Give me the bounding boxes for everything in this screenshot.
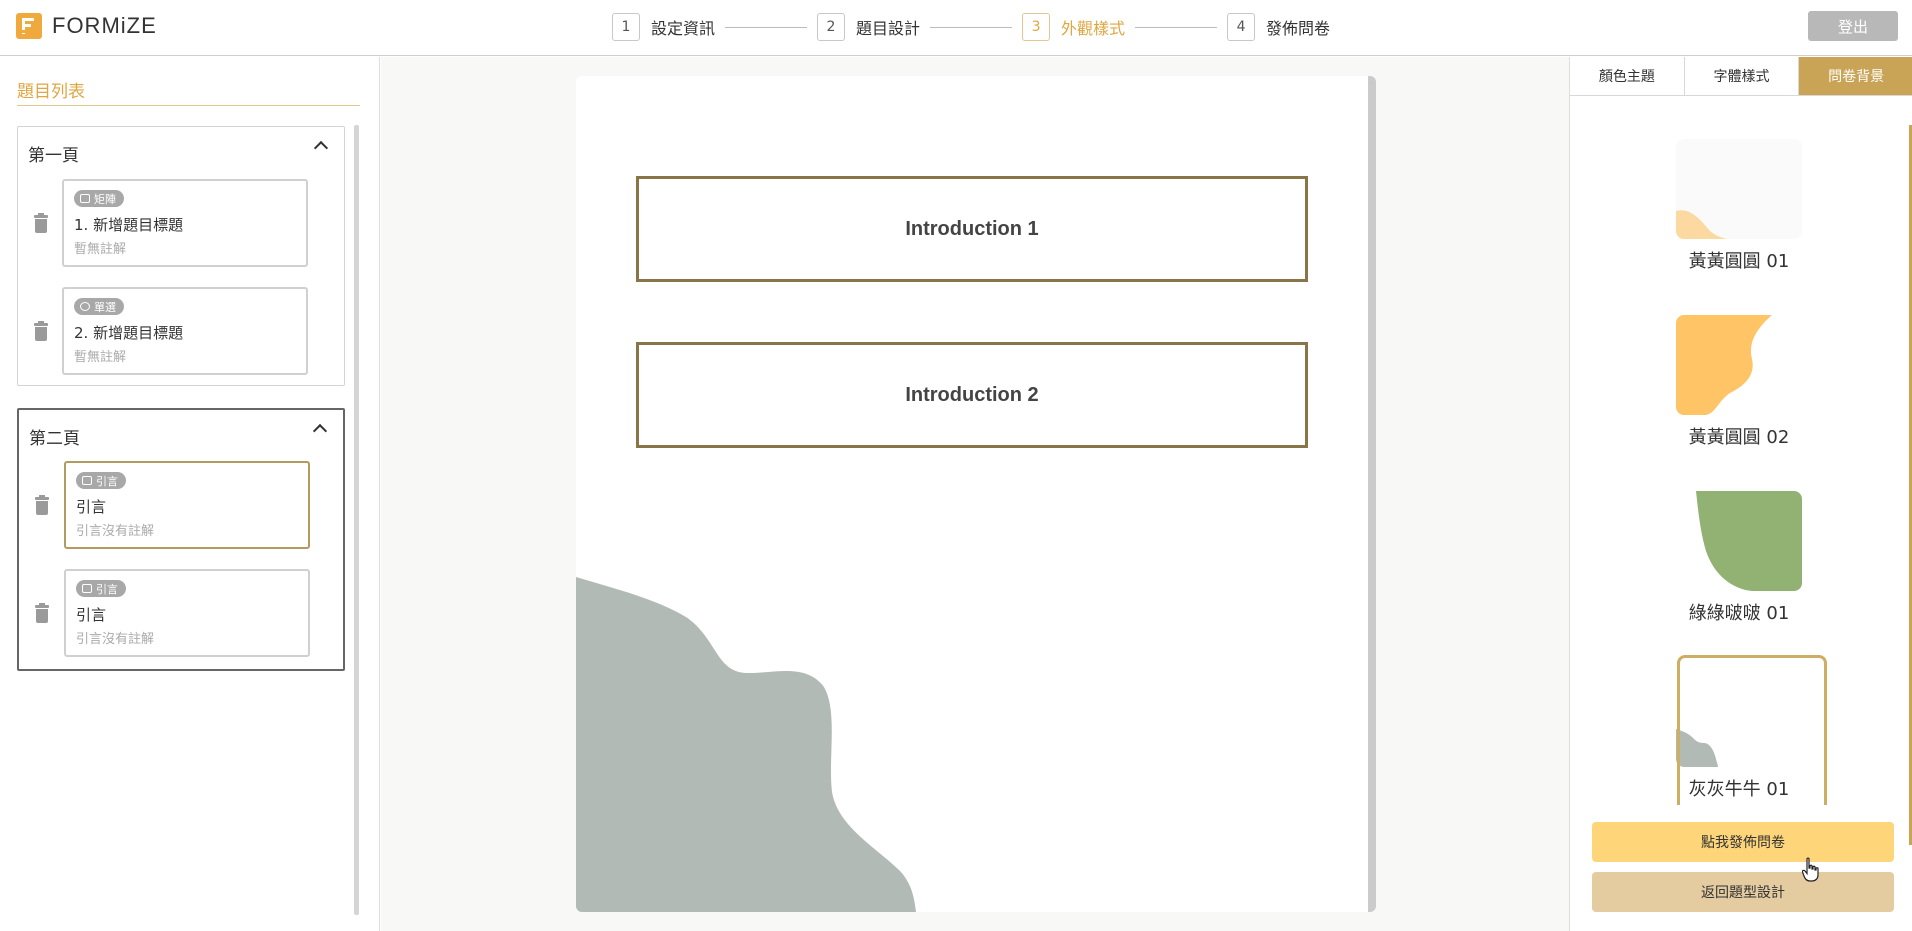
background-thumbnail (1676, 315, 1802, 415)
title-divider (17, 105, 360, 106)
step-label: 發佈問卷 (1266, 19, 1331, 38)
tab-survey-background[interactable]: 問卷背景 (1799, 57, 1912, 95)
question-card[interactable]: 引言 引言 引言沒有註解 (64, 461, 310, 549)
page-group-2: 第二頁 引言 引言 引言沒有註解 引言 引言 引言沒有註解 (17, 408, 345, 671)
hand-cursor-icon (1802, 857, 1819, 882)
badge-label: 單選 (94, 300, 116, 314)
badge-label: 引言 (96, 474, 118, 488)
step-label: 設定資訊 (651, 19, 716, 38)
quote-icon (82, 476, 92, 485)
top-bar: FORMiZE 1 設定資訊 2 題目設計 3 外觀樣式 4 發佈問卷 登出 (0, 0, 1912, 56)
background-shape (576, 577, 916, 912)
sidebar-scrollbar[interactable] (354, 125, 359, 915)
step-number: 1 (612, 13, 640, 41)
publish-survey-button[interactable]: 點我發佈問卷 (1592, 822, 1894, 862)
background-option[interactable]: 黃黃圓圓 02 (1676, 315, 1802, 448)
trash-icon[interactable] (34, 321, 48, 341)
trash-icon[interactable] (34, 213, 48, 233)
step-number: 3 (1022, 13, 1051, 41)
step-3[interactable]: 3 外觀樣式 (1022, 13, 1125, 41)
tab-color-theme[interactable]: 顏色主題 (1570, 57, 1685, 95)
radio-check-icon (80, 302, 90, 311)
question-card[interactable]: 單選 2. 新增題目標題 暫無註解 (62, 287, 308, 375)
step-connector (930, 26, 1013, 28)
page-title: 第二頁 (29, 429, 80, 449)
badge-label: 引言 (96, 582, 118, 596)
page-group-1: 第一頁 矩陣 1. 新增題目標題 暫無註解 單選 2. 新增題目標題 暫無註解 (17, 126, 345, 386)
step-1[interactable]: 1 設定資訊 (612, 13, 715, 41)
step-2[interactable]: 2 題目設計 (817, 13, 920, 41)
background-label: 黃黃圓圓 02 (1688, 427, 1790, 448)
intro-block[interactable]: Introduction 1 (636, 176, 1308, 282)
style-tabs: 顏色主題 字體樣式 問卷背景 (1570, 57, 1912, 96)
background-label: 黃黃圓圓 01 (1688, 251, 1790, 272)
trash-icon[interactable] (35, 495, 49, 515)
back-to-design-button[interactable]: 返回題型設計 (1592, 872, 1894, 912)
chevron-up-icon[interactable] (312, 423, 328, 439)
selection-frame (1677, 655, 1827, 805)
formize-logo[interactable]: FORMiZE (16, 12, 157, 40)
background-thumbnail (1676, 139, 1802, 239)
intro-block[interactable]: Introduction 2 (636, 342, 1308, 448)
question-note: 暫無註解 (74, 242, 127, 257)
matrix-icon (80, 194, 90, 203)
tab-font-style[interactable]: 字體樣式 (1685, 57, 1800, 95)
background-option[interactable]: 黃黃圓圓 01 (1676, 139, 1802, 272)
question-type-badge: 引言 (76, 580, 126, 597)
step-label: 題目設計 (856, 19, 921, 38)
step-4[interactable]: 4 發佈問卷 (1227, 13, 1330, 41)
survey-preview-page: Introduction 1 Introduction 2 (576, 76, 1376, 912)
chevron-up-icon[interactable] (313, 140, 329, 156)
question-title: 引言 (76, 606, 107, 624)
logo-icon (16, 13, 42, 39)
question-type-badge: 單選 (74, 298, 124, 315)
badge-label: 矩陣 (94, 192, 116, 206)
trash-icon[interactable] (35, 603, 49, 623)
question-card[interactable]: 矩陣 1. 新增題目標題 暫無註解 (62, 179, 308, 267)
step-number: 2 (817, 13, 846, 41)
quote-icon (82, 584, 92, 593)
background-label: 綠綠啵啵 01 (1688, 603, 1790, 624)
question-list-panel: 題目列表 第一頁 矩陣 1. 新增題目標題 暫無註解 單選 2. 新增題目標題 … (0, 57, 380, 931)
step-label: 外觀樣式 (1061, 19, 1126, 38)
question-list-title: 題目列表 (17, 82, 85, 102)
page-title: 第一頁 (28, 146, 79, 166)
background-thumbnail (1676, 491, 1802, 591)
question-type-badge: 引言 (76, 472, 126, 489)
question-note: 暫無註解 (74, 350, 127, 365)
question-title: 1. 新增題目標題 (74, 216, 184, 234)
step-number: 4 (1227, 13, 1256, 41)
question-note: 引言沒有註解 (76, 632, 155, 647)
background-option[interactable]: 綠綠啵啵 01 (1676, 491, 1802, 624)
logout-button[interactable]: 登出 (1808, 11, 1898, 41)
step-connector (725, 26, 808, 28)
question-title: 2. 新增題目標題 (74, 324, 184, 342)
question-note: 引言沒有註解 (76, 524, 155, 539)
question-type-badge: 矩陣 (74, 190, 124, 207)
step-progress: 1 設定資訊 2 題目設計 3 外觀樣式 4 發佈問卷 (612, 12, 1330, 42)
question-card[interactable]: 引言 引言 引言沒有註解 (64, 569, 310, 657)
step-connector (1135, 26, 1218, 28)
logo-text: FORMiZE (52, 13, 157, 38)
question-title: 引言 (76, 498, 107, 516)
